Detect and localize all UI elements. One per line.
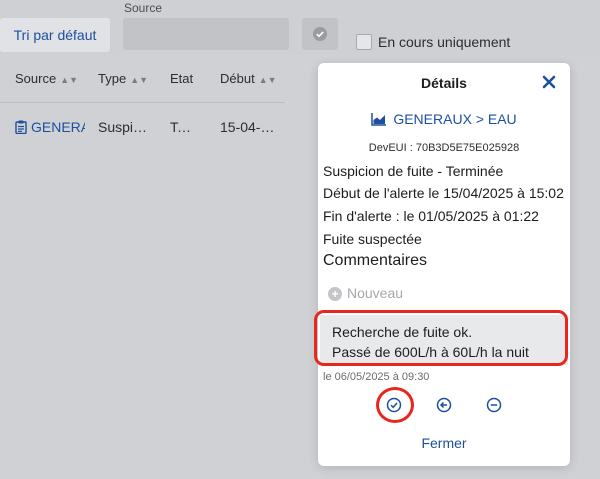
row-type: Suspicion de fuite [98,119,154,135]
panel-title: Détails [421,75,467,91]
details-panel: Détails GENERAUX > EAU DevEUI : 70B3D5E7… [318,63,570,466]
close-icon[interactable] [540,73,558,91]
site-link[interactable]: GENERAUX > EAU [318,111,570,127]
new-comment-button[interactable]: + Nouveau [328,285,403,301]
close-button[interactable]: Fermer [318,435,570,451]
column-header-source[interactable]: Source ▲▼ [15,71,78,86]
sort-button[interactable]: Tri par défaut [0,18,110,52]
sort-icon: ▲▼ [130,75,149,85]
ongoing-only-checkbox[interactable] [356,34,372,50]
alert-end: Fin d'alerte : le 01/05/2025 à 01:22 [323,208,539,224]
comment-date: le 06/05/2025 à 09:30 [323,371,430,383]
validate-highlight-circle [376,387,414,423]
back-arrow-icon[interactable] [436,397,452,413]
source-label: Source [124,1,163,15]
sort-icon: ▲▼ [60,75,79,85]
column-header-debut[interactable]: Début ▲▼ [220,71,277,86]
source-input[interactable] [123,18,289,50]
alert-start: Début de l'alerte le 15/04/2025 à 15:02 [323,185,564,201]
row-etat: Terminée [170,119,194,135]
column-header-type[interactable]: Type ▲▼ [98,71,148,86]
alert-status: Suspicion de fuite - Terminée [323,163,504,179]
area-chart-icon [371,113,387,126]
row-source[interactable]: GENERAUX > EAU [15,119,85,135]
dev-eui: DevEUI : 70B3D5E75E025928 [368,142,520,154]
ongoing-only-label: En cours uniquement [378,34,511,50]
comments-heading: Commentaires [323,252,428,269]
clipboard-icon [15,120,27,135]
remove-icon[interactable] [486,397,502,413]
sort-icon: ▲▼ [258,75,277,85]
apply-filter-button[interactable] [302,18,338,50]
row-debut: 15-04-2025 [220,119,278,135]
plus-icon: + [328,287,342,301]
toolbar: Tri par défaut Source En cours uniquemen… [0,0,600,54]
column-header-etat[interactable]: Etat [170,71,193,86]
comment-highlight [314,310,568,366]
table-header: Source ▲▼ Type ▲▼ Etat Début ▲▼ [0,54,285,103]
alert-kind: Fuite suspectée [323,231,422,247]
table-row[interactable]: GENERAUX > EAU Suspicion de fuite Termin… [0,103,285,151]
check-circle-icon [313,27,327,41]
